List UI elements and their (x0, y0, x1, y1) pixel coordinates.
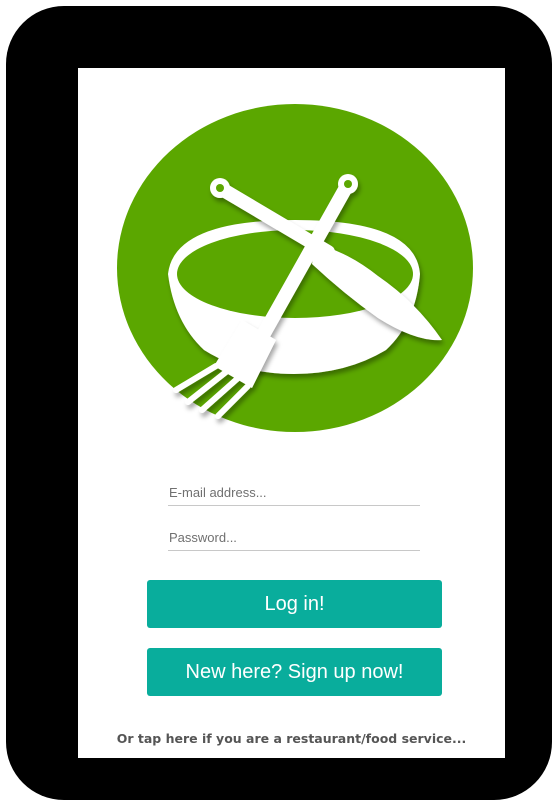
login-button[interactable]: Log in! (147, 580, 442, 628)
bowl-fork-knife-icon (117, 104, 473, 432)
restaurant-signup-link[interactable]: Or tap here if you are a restaurant/food… (78, 731, 505, 746)
login-screen: Log in! New here? Sign up now! Or tap he… (78, 68, 505, 758)
signup-button[interactable]: New here? Sign up now! (147, 648, 442, 696)
email-field[interactable] (168, 480, 420, 506)
device-frame: Log in! New here? Sign up now! Or tap he… (6, 6, 552, 800)
password-field[interactable] (168, 525, 420, 551)
app-logo (116, 104, 474, 432)
